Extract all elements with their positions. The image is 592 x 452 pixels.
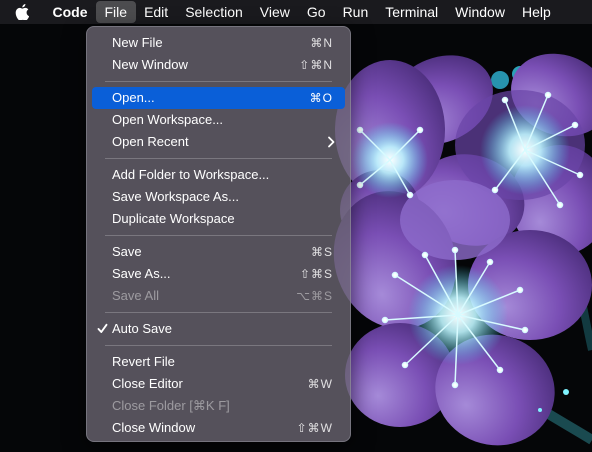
- menu-item-open[interactable]: Open... ⌘O: [92, 87, 345, 109]
- menu-item-add-folder-to-workspace[interactable]: Add Folder to Workspace...: [92, 164, 345, 186]
- checkmark-icon: [97, 318, 108, 340]
- menu-separator: [105, 81, 332, 82]
- menu-item-close-window[interactable]: Close Window ⇧⌘W: [92, 417, 345, 439]
- menu-item-label: Add Folder to Workspace...: [112, 167, 270, 182]
- menu-item-open-recent[interactable]: Open Recent: [92, 131, 345, 153]
- menu-item-new-file[interactable]: New File ⌘N: [92, 32, 345, 54]
- menubar-go[interactable]: Go: [298, 1, 334, 23]
- apple-logo-icon: [15, 4, 29, 20]
- menu-item-new-window[interactable]: New Window ⇧⌘N: [92, 54, 345, 76]
- menubar-app-name[interactable]: Code: [44, 1, 96, 23]
- menu-item-label: Close Editor: [112, 376, 183, 391]
- menu-item-label: Open Workspace...: [112, 112, 224, 127]
- menu-item-shortcut: ⌥⌘S: [296, 289, 333, 303]
- menu-item-label: Save All: [112, 288, 159, 303]
- menu-item-label: Save As...: [112, 266, 171, 281]
- menu-item-duplicate-workspace[interactable]: Duplicate Workspace: [92, 208, 345, 230]
- menu-item-open-workspace[interactable]: Open Workspace...: [92, 109, 345, 131]
- menu-item-close-editor[interactable]: Close Editor ⌘W: [92, 373, 345, 395]
- chevron-right-icon: [327, 136, 335, 148]
- menu-item-revert-file[interactable]: Revert File: [92, 351, 345, 373]
- menu-item-shortcut: ⇧⌘N: [299, 58, 333, 72]
- menu-item-shortcut: ⌘W: [307, 377, 333, 391]
- menu-item-save-workspace-as[interactable]: Save Workspace As...: [92, 186, 345, 208]
- menubar-edit[interactable]: Edit: [136, 1, 177, 23]
- menu-item-label: Close Window: [112, 420, 196, 435]
- menubar-help[interactable]: Help: [513, 1, 559, 23]
- menu-separator: [105, 235, 332, 236]
- file-menu-dropdown: New File ⌘N New Window ⇧⌘N Open... ⌘O Op…: [86, 26, 351, 442]
- menu-item-label: Auto Save: [112, 321, 172, 336]
- menu-item-label: Close Folder [⌘K F]: [112, 398, 230, 413]
- menu-item-shortcut: ⌘N: [310, 36, 333, 50]
- menubar-view[interactable]: View: [251, 1, 298, 23]
- menu-item-auto-save[interactable]: Auto Save: [92, 318, 345, 340]
- menu-item-shortcut: ⌘O: [309, 91, 333, 105]
- menu-separator: [105, 312, 332, 313]
- menu-item-label: Duplicate Workspace: [112, 211, 235, 226]
- menu-separator: [105, 345, 332, 346]
- menubar-file[interactable]: File: [96, 1, 136, 23]
- menu-item-close-folder: Close Folder [⌘K F]: [92, 395, 345, 417]
- menubar-run[interactable]: Run: [334, 1, 377, 23]
- menubar-terminal[interactable]: Terminal: [377, 1, 447, 23]
- menubar-window[interactable]: Window: [447, 1, 514, 23]
- menu-separator: [105, 158, 332, 159]
- apple-menu[interactable]: [0, 0, 44, 24]
- menu-item-label: New Window: [112, 57, 188, 72]
- menu-item-shortcut: ⌘S: [310, 245, 333, 259]
- menu-item-label: Revert File: [112, 354, 175, 369]
- menu-item-save-as[interactable]: Save As... ⇧⌘S: [92, 263, 345, 285]
- menu-item-label: New File: [112, 35, 163, 50]
- menu-item-save[interactable]: Save ⌘S: [92, 241, 345, 263]
- menu-item-label: Save: [112, 244, 142, 259]
- menubar-selection[interactable]: Selection: [177, 1, 252, 23]
- menu-item-save-all: Save All ⌥⌘S: [92, 285, 345, 307]
- menu-item-label: Open Recent: [112, 134, 189, 149]
- menu-item-label: Open...: [112, 90, 155, 105]
- menu-bar: Code File Edit Selection View Go Run Ter…: [0, 0, 592, 24]
- menu-item-shortcut: ⇧⌘W: [296, 421, 333, 435]
- menu-item-label: Save Workspace As...: [112, 189, 239, 204]
- menu-item-shortcut: ⇧⌘S: [299, 267, 333, 281]
